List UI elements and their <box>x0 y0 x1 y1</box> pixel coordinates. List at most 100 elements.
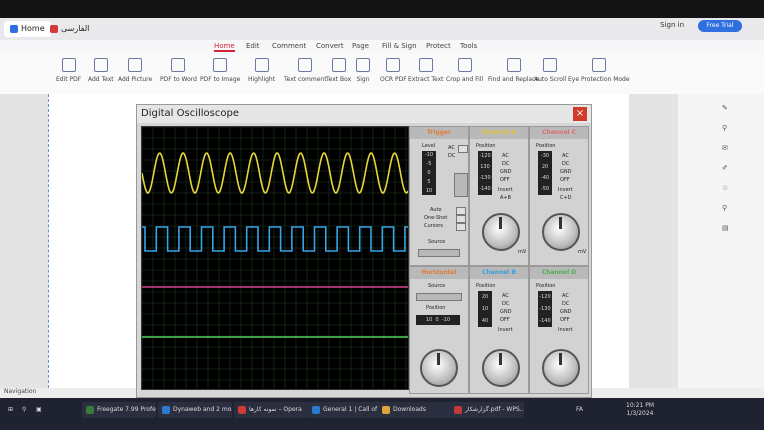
system-clock[interactable]: 10:21 PM 1/3/2024 <box>626 402 654 418</box>
channel-d-volts-knob[interactable] <box>542 349 580 387</box>
menu-fill-sign[interactable]: Fill & Sign <box>382 42 417 50</box>
channel-d-gnd[interactable]: GND <box>560 309 571 315</box>
taskbar-item[interactable]: Freegate 7.99 Profe... <box>82 402 156 418</box>
ribbon-ocr-pdf-button[interactable]: OCR PDF <box>380 58 407 83</box>
channel-a-volts-knob[interactable] <box>482 213 520 251</box>
ribbon-edit-pdf-button[interactable]: Edit PDF <box>56 58 81 83</box>
ribbon-extract-text-button[interactable]: Extract Text <box>408 58 444 83</box>
search-icon[interactable]: ⚲ <box>722 204 730 212</box>
taskbar-item[interactable]: گزارشکار.pdf - WPS... <box>450 402 524 418</box>
sign-in-link[interactable]: Sign in <box>660 21 684 29</box>
horizontal-position-label: Position <box>426 305 446 311</box>
monitor-bezel <box>0 0 764 18</box>
auto-button[interactable]: Auto <box>430 207 442 213</box>
menu-protect[interactable]: Protect <box>426 42 451 50</box>
channel-a-off[interactable]: OFF <box>500 177 510 183</box>
channel-c-cd[interactable]: C+D <box>560 195 572 201</box>
ribbon-highlight-button[interactable]: Highlight <box>248 58 275 83</box>
trigger-slider[interactable] <box>454 173 468 197</box>
horizontal-source-slider[interactable] <box>416 293 462 301</box>
trigger-dc[interactable]: DC <box>448 153 455 159</box>
channel-b-dc[interactable]: DC <box>502 301 509 307</box>
pdf-icon <box>50 24 58 33</box>
channel-d-invert[interactable]: Invert <box>558 327 573 333</box>
one-shot-button[interactable]: One-Shot <box>424 215 447 221</box>
ribbon-add-picture-button[interactable]: Add Picture <box>118 58 152 83</box>
ribbon-eye-protection-mode-button[interactable]: Eye Protection Mode <box>568 58 630 83</box>
menu-tools[interactable]: Tools <box>460 42 477 50</box>
horizontal-title: Horizontal <box>410 267 468 279</box>
channel-a-invert[interactable]: Invert <box>498 187 513 193</box>
channel-c-section: Channel C Position -30 20 -40 -50 AC DC … <box>529 126 589 266</box>
comment-icon[interactable]: ✉ <box>722 144 730 152</box>
channel-d-ac[interactable]: AC <box>562 293 569 299</box>
ribbon-find-and-replace-button[interactable]: Find and Replace <box>488 58 539 83</box>
ribbon-tool-icon <box>543 58 558 72</box>
ribbon-tool-icon <box>93 58 108 72</box>
language-indicator[interactable]: FA <box>572 402 594 418</box>
menu-page[interactable]: Page <box>352 42 369 50</box>
one-shot-toggle[interactable] <box>456 215 466 223</box>
channel-a-gnd[interactable]: GND <box>500 169 511 175</box>
horizontal-time-knob[interactable] <box>420 349 458 387</box>
channel-a-trace <box>141 152 409 194</box>
tab-document[interactable]: الفارسی <box>44 21 95 37</box>
ribbon-add-text-button[interactable]: Add Text <box>88 58 114 83</box>
menu-comment[interactable]: Comment <box>272 42 306 50</box>
channel-a-ab[interactable]: A+B <box>500 195 511 201</box>
menu-convert[interactable]: Convert <box>316 42 344 50</box>
menu-edit[interactable]: Edit <box>246 42 260 50</box>
ribbon-tool-icon <box>213 58 228 72</box>
channel-b-off[interactable]: OFF <box>500 317 510 323</box>
ribbon-pdf-to-image-button[interactable]: PDF to Image <box>200 58 240 83</box>
task-view-icon[interactable]: ▣ <box>32 402 50 418</box>
ribbon-pdf-to-word-button[interactable]: PDF to Word <box>160 58 197 83</box>
channel-a-position-scale: -120 130 -130 -140 <box>478 151 492 195</box>
channel-c-volts-knob[interactable] <box>542 213 580 251</box>
taskbar-item[interactable]: Downloads <box>378 402 452 418</box>
trigger-source-slider[interactable] <box>418 249 460 257</box>
channel-d-dc[interactable]: DC <box>562 301 569 307</box>
channel-a-unit: mV <box>518 249 527 255</box>
channel-c-dc[interactable]: DC <box>562 161 569 167</box>
channel-a-ac[interactable]: AC <box>502 153 509 159</box>
auto-toggle[interactable] <box>456 207 466 215</box>
ribbon-text-box-button[interactable]: Text Box <box>326 58 351 83</box>
channel-d-position-label: Position <box>536 283 556 289</box>
ribbon-crop-and-fill-button[interactable]: Crop and Fill <box>446 58 483 83</box>
ribbon-sign-button[interactable]: Sign <box>356 58 370 83</box>
close-button[interactable]: × <box>573 107 587 121</box>
cursors-button[interactable]: Cursors <box>424 223 443 229</box>
menu-home[interactable]: Home <box>214 42 235 52</box>
cursors-toggle[interactable] <box>456 223 466 231</box>
free-trial-button[interactable]: Free Trial <box>698 20 742 32</box>
trigger-ac[interactable]: AC <box>448 145 455 151</box>
star-icon[interactable]: ☆ <box>722 184 730 192</box>
ribbon-text-comment-button[interactable]: Text comment <box>284 58 327 83</box>
channel-b-volts-knob[interactable] <box>482 349 520 387</box>
channel-c-gnd[interactable]: GND <box>560 169 571 175</box>
channel-c-invert[interactable]: Invert <box>558 187 573 193</box>
page-icon[interactable]: ▤ <box>722 224 730 232</box>
taskbar-item[interactable]: General 1 | Call of T... <box>308 402 382 418</box>
app-icon <box>454 405 462 414</box>
channel-b-invert[interactable]: Invert <box>498 327 513 333</box>
channel-c-title: Channel C <box>530 127 588 139</box>
channel-d-off[interactable]: OFF <box>560 317 570 323</box>
zoom-icon[interactable]: ⚲ <box>722 124 730 132</box>
trigger-ac-toggle[interactable] <box>458 145 468 153</box>
oscilloscope-title: Digital Oscilloscope <box>141 108 239 119</box>
taskbar-item[interactable]: Dynaweb and 2 mo... <box>158 402 232 418</box>
channel-b-gnd[interactable]: GND <box>500 309 511 315</box>
edit-icon[interactable]: ✎ <box>722 104 730 112</box>
level-label: Level <box>422 143 436 149</box>
horizontal-section: Horizontal Source Position 10 0 -10 <box>409 266 469 394</box>
channel-a-dc[interactable]: DC <box>502 161 509 167</box>
channel-c-off[interactable]: OFF <box>560 177 570 183</box>
ribbon-tool-icon <box>457 58 472 72</box>
channel-c-ac[interactable]: AC <box>562 153 569 159</box>
pen-icon[interactable]: ✐ <box>722 164 730 172</box>
ribbon-auto-scroll-button[interactable]: Auto Scroll <box>534 58 566 83</box>
taskbar-item[interactable]: نمونه کارها – Opera <box>234 402 308 418</box>
channel-b-ac[interactable]: AC <box>502 293 509 299</box>
